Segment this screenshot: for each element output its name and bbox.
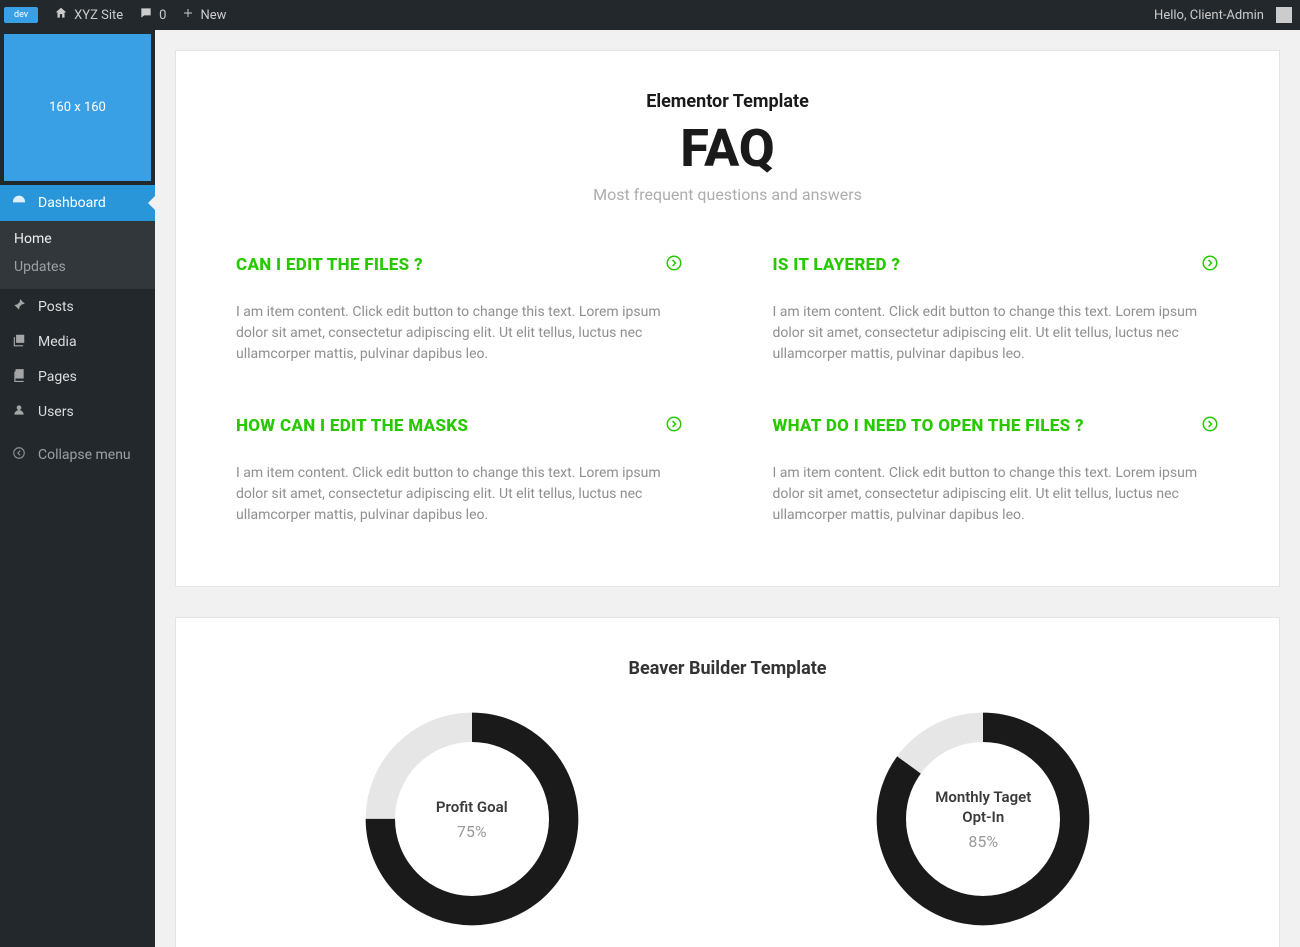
gauge-title-line2: Opt-In — [962, 808, 1004, 826]
sidebar-submenu-dashboard: Home Updates — [0, 221, 155, 289]
user-icon — [10, 402, 28, 421]
gauge-monthly-target: Monthly Taget Opt-In 85% — [873, 709, 1093, 929]
pin-icon — [10, 297, 28, 316]
toolbar-greeting: Hello, Client-Admin — [1154, 8, 1264, 23]
sidebar-subitem-home[interactable]: Home — [0, 225, 155, 253]
gauge-title: Monthly Taget — [935, 788, 1031, 806]
collapse-menu-button[interactable]: Collapse menu — [0, 437, 155, 472]
toolbar-new-label: New — [200, 8, 226, 23]
toolbar-site-name: XYZ Site — [74, 8, 123, 23]
gauge-profit-goal: Profit Goal 75% — [362, 709, 582, 929]
comment-icon — [139, 6, 153, 24]
faq-answer: I am item content. Click edit button to … — [773, 463, 1220, 526]
faq-toggle[interactable]: IS IT LAYERED ? — [773, 254, 1220, 276]
page-icon — [10, 367, 28, 386]
faq-answer: I am item content. Click edit button to … — [236, 463, 683, 526]
sidebar-item-users[interactable]: Users — [0, 394, 155, 429]
toolbar-account[interactable]: Hello, Client-Admin — [1146, 0, 1300, 30]
faq-answer: I am item content. Click edit button to … — [773, 302, 1220, 365]
collapse-menu-label: Collapse menu — [38, 447, 131, 463]
toolbar-comments-count: 0 — [159, 8, 166, 23]
sidebar-item-dashboard[interactable]: Dashboard — [0, 185, 155, 221]
dev-badge: dev — [4, 7, 38, 23]
faq-title: FAQ — [236, 118, 1219, 179]
sidebar-item-label: Users — [38, 404, 74, 420]
toolbar-site-link[interactable]: XYZ Site — [46, 0, 131, 30]
toolbar-new[interactable]: New — [174, 0, 234, 30]
dashboard-icon — [10, 193, 28, 213]
faq-question: HOW CAN I EDIT THE MASKS — [236, 416, 468, 436]
faq-item: WHAT DO I NEED TO OPEN THE FILES ? I am … — [773, 415, 1220, 526]
sidebar-item-label: Dashboard — [38, 195, 106, 211]
circle-arrow-icon — [1201, 415, 1219, 437]
faq-item: HOW CAN I EDIT THE MASKS I am item conte… — [236, 415, 683, 526]
avatar — [1276, 7, 1292, 23]
gauge-title: Profit Goal — [436, 798, 508, 816]
faq-item: CAN I EDIT THE FILES ? I am item content… — [236, 254, 683, 365]
faq-question: CAN I EDIT THE FILES ? — [236, 255, 423, 275]
media-icon — [10, 332, 28, 351]
elementor-eyebrow: Elementor Template — [236, 91, 1219, 112]
circle-arrow-icon — [665, 254, 683, 276]
admin-sidebar: 160 x 160 Dashboard Home Updates Posts M… — [0, 30, 155, 947]
sidebar-item-pages[interactable]: Pages — [0, 359, 155, 394]
beaver-builder-panel: Beaver Builder Template Profit Goal 75% — [175, 617, 1280, 947]
home-icon — [54, 6, 68, 24]
faq-toggle[interactable]: CAN I EDIT THE FILES ? — [236, 254, 683, 276]
collapse-icon — [10, 445, 28, 464]
faq-subtitle: Most frequent questions and answers — [236, 185, 1219, 204]
sidebar-item-label: Posts — [38, 299, 74, 315]
circle-arrow-icon — [1201, 254, 1219, 276]
circle-arrow-icon — [665, 415, 683, 437]
gauge-value: 85% — [968, 832, 998, 851]
plus-icon — [182, 7, 194, 23]
gauge-value: 75% — [457, 822, 487, 841]
toolbar-comments[interactable]: 0 — [131, 0, 174, 30]
sidebar-subitem-updates[interactable]: Updates — [0, 253, 155, 281]
sidebar-item-label: Media — [38, 334, 77, 350]
elementor-template-panel: Elementor Template FAQ Most frequent que… — [175, 50, 1280, 587]
faq-item: IS IT LAYERED ? I am item content. Click… — [773, 254, 1220, 365]
admin-toolbar: dev XYZ Site 0 New Hello, Client-Admin — [0, 0, 1300, 30]
faq-question: IS IT LAYERED ? — [773, 255, 901, 275]
faq-question: WHAT DO I NEED TO OPEN THE FILES ? — [773, 416, 1084, 436]
faq-answer: I am item content. Click edit button to … — [236, 302, 683, 365]
beaver-eyebrow: Beaver Builder Template — [236, 658, 1219, 679]
sidebar-item-posts[interactable]: Posts — [0, 289, 155, 324]
faq-toggle[interactable]: HOW CAN I EDIT THE MASKS — [236, 415, 683, 437]
sidebar-item-media[interactable]: Media — [0, 324, 155, 359]
site-logo-placeholder: 160 x 160 — [4, 34, 151, 181]
faq-toggle[interactable]: WHAT DO I NEED TO OPEN THE FILES ? — [773, 415, 1220, 437]
sidebar-item-label: Pages — [38, 369, 77, 385]
admin-content: Elementor Template FAQ Most frequent que… — [155, 30, 1300, 947]
